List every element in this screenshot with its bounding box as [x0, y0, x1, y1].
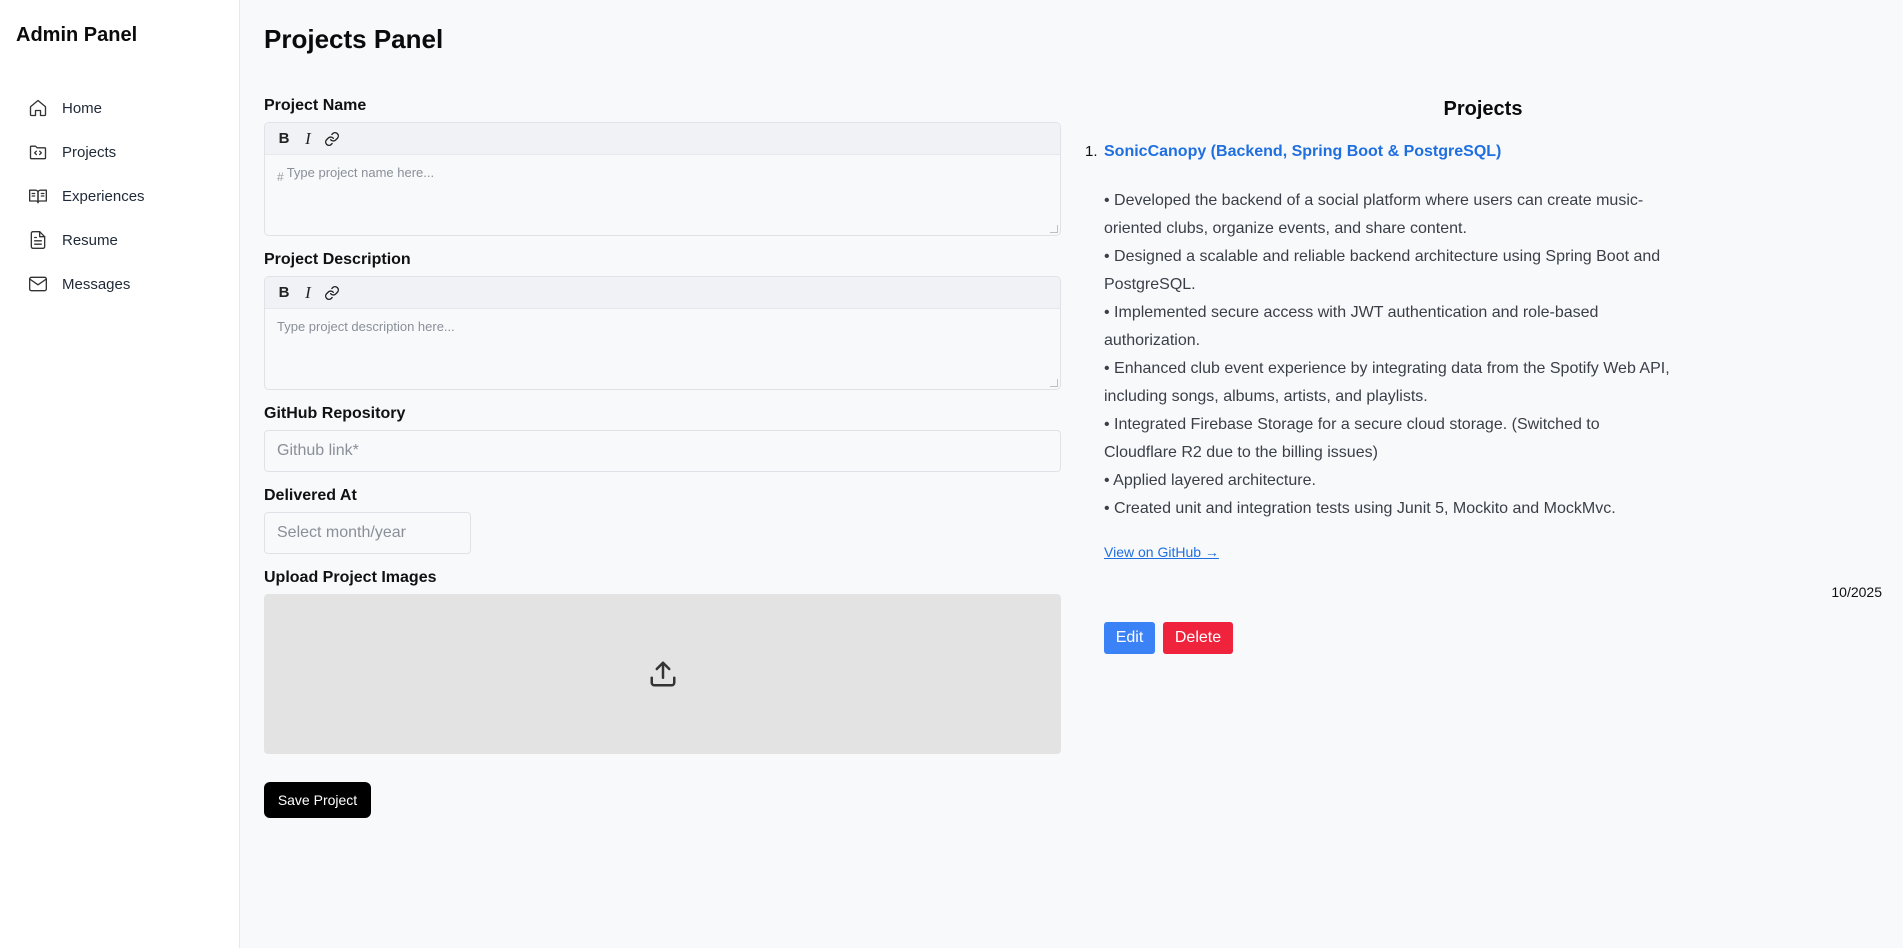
projects-heading: Projects [1443, 98, 1523, 120]
delivered-at-input[interactable]: Select month/year [264, 512, 471, 554]
sidebar-item-projects[interactable]: Projects [16, 130, 224, 174]
edit-button[interactable]: Edit [1104, 622, 1155, 654]
save-project-button[interactable]: Save Project [264, 782, 371, 818]
page-title: Projects Panel [264, 24, 444, 54]
delivered-at-placeholder: Select month/year [277, 524, 406, 541]
sidebar-item-label: Messages [62, 275, 131, 293]
project-date: 10/2025 [1831, 584, 1882, 600]
book-open-icon [29, 189, 47, 204]
upload-icon [650, 661, 675, 687]
link-icon [325, 131, 339, 146]
delivered-at-label: Delivered At [264, 487, 357, 504]
heading-marker: # [277, 170, 284, 184]
project-description-input[interactable]: Type project description here... [265, 309, 1060, 389]
italic-button[interactable]: I [299, 283, 317, 303]
sidebar-item-label: Home [62, 99, 103, 117]
project-bullet: • Developed the backend of a social plat… [1104, 192, 1644, 237]
project-bullet: • Enhanced club event experience by inte… [1104, 360, 1670, 405]
project-name-input[interactable]: # Type project name here... [265, 155, 1060, 235]
view-on-github-link[interactable]: View on GitHub → [1104, 544, 1219, 560]
project-bullet: • Created unit and integration tests usi… [1104, 500, 1616, 517]
sidebar-item-experiences[interactable]: Experiences [16, 174, 224, 218]
link-icon [325, 285, 339, 300]
sidebar-nav: Home Projects Experiences Resume Message… [16, 86, 224, 306]
project-name-label: Project Name [264, 97, 367, 114]
resize-handle[interactable] [1050, 225, 1058, 233]
link-button[interactable] [323, 129, 341, 149]
project-description: • Developed the backend of a social plat… [1104, 187, 1674, 523]
editor-toolbar: B I [265, 277, 1060, 309]
sidebar-item-label: Resume [62, 231, 118, 249]
bold-button[interactable]: B [275, 129, 293, 149]
folder-code-icon [29, 145, 47, 160]
project-name-editor: B I # Type project name here... [264, 122, 1061, 236]
project-name-placeholder: Type project name here... [286, 165, 435, 180]
project-bullet: • Implemented secure access with JWT aut… [1104, 304, 1599, 349]
sidebar: Admin Panel Home Projects Experiences Re… [0, 0, 240, 948]
sidebar-item-resume[interactable]: Resume [16, 218, 224, 262]
project-title-link[interactable]: SonicCanopy (Backend, Spring Boot & Post… [1104, 143, 1501, 161]
file-text-icon [30, 231, 46, 249]
github-repository-label: GitHub Repository [264, 405, 406, 422]
resize-handle[interactable] [1050, 379, 1058, 387]
sidebar-item-label: Experiences [62, 187, 145, 205]
home-icon [29, 99, 47, 117]
upload-images-label: Upload Project Images [264, 569, 437, 586]
project-description-label: Project Description [264, 251, 411, 268]
app-title: Admin Panel [16, 24, 138, 46]
project-bullet: • Applied layered architecture. [1104, 472, 1316, 489]
project-bullet: • Designed a scalable and reliable backe… [1104, 248, 1661, 293]
italic-button[interactable]: I [299, 129, 317, 149]
bold-button[interactable]: B [275, 283, 293, 303]
mail-icon [29, 276, 47, 292]
sidebar-item-label: Projects [62, 143, 117, 161]
github-link-placeholder: Github link* [277, 442, 359, 459]
link-button[interactable] [323, 283, 341, 303]
project-description-editor: B I Type project description here... [264, 276, 1061, 390]
sidebar-item-messages[interactable]: Messages [16, 262, 224, 306]
sidebar-item-home[interactable]: Home [16, 86, 224, 130]
github-link-input[interactable]: Github link* [264, 430, 1061, 472]
image-upload-dropzone[interactable] [264, 594, 1061, 754]
project-description-placeholder: Type project description here... [277, 319, 455, 334]
delete-button[interactable]: Delete [1163, 622, 1233, 654]
editor-toolbar: B I [265, 123, 1060, 155]
project-index: 1. [1085, 143, 1098, 160]
project-bullet: • Integrated Firebase Storage for a secu… [1104, 416, 1600, 461]
